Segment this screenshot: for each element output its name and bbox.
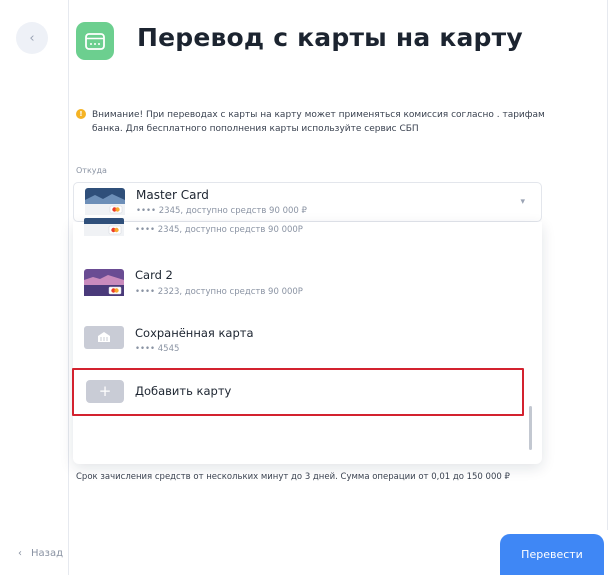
saved-card-icon	[84, 326, 124, 349]
dropdown-item-mastercard[interactable]: •••• 2345, доступно средств 90 000Р	[73, 218, 542, 250]
dropdown-item-card-2[interactable]: Card 2 •••• 2323, доступно средств 90 00…	[73, 260, 542, 306]
card-title: Сохранённая карта	[135, 326, 254, 340]
back-link[interactable]: ‹ Назад	[18, 548, 63, 559]
add-card-button[interactable]: + Добавить карту	[72, 368, 524, 416]
selected-card-details: •••• 2345, доступно средств 90 000 ₽	[136, 206, 307, 216]
selected-card-title: Master Card	[136, 188, 209, 202]
right-divider	[607, 0, 608, 530]
card-details: •••• 2345, доступно средств 90 000Р	[135, 225, 303, 235]
add-card-label: Добавить карту	[135, 384, 232, 398]
mastercard-icon	[85, 188, 125, 215]
card-title: Card 2	[135, 268, 173, 282]
wallet-icon	[76, 22, 114, 60]
back-circle-button[interactable]: ‹	[16, 22, 48, 54]
warning-icon: !	[76, 109, 86, 119]
mastercard-icon	[84, 269, 124, 296]
from-label: Откуда	[76, 166, 107, 175]
source-card-select[interactable]: Master Card •••• 2345, доступно средств …	[73, 182, 542, 222]
card-details: •••• 4545	[135, 344, 180, 354]
chevron-down-icon: ▾	[520, 197, 525, 207]
card-dropdown: •••• 2345, доступно средств 90 000Р Card…	[73, 218, 542, 464]
page-title: Перевод с карты на карту	[137, 23, 523, 52]
transfer-button[interactable]: Перевести	[500, 534, 604, 575]
transfer-terms: Срок зачисления средств от нескольких ми…	[76, 472, 510, 482]
back-label: Назад	[31, 548, 64, 559]
mastercard-icon	[84, 218, 124, 236]
plus-icon: +	[86, 380, 124, 403]
chevron-left-icon: ‹	[18, 548, 22, 559]
commission-notice: ! Внимание! При переводах с карты на кар…	[76, 108, 566, 136]
notice-text: Внимание! При переводах с карты на карту…	[92, 110, 545, 134]
dropdown-scrollbar[interactable]	[529, 406, 532, 450]
left-divider	[68, 0, 69, 575]
dropdown-item-saved-card[interactable]: Сохранённая карта •••• 4545	[73, 320, 542, 366]
card-details: •••• 2323, доступно средств 90 000Р	[135, 287, 303, 297]
chevron-left-icon: ‹	[29, 30, 35, 46]
